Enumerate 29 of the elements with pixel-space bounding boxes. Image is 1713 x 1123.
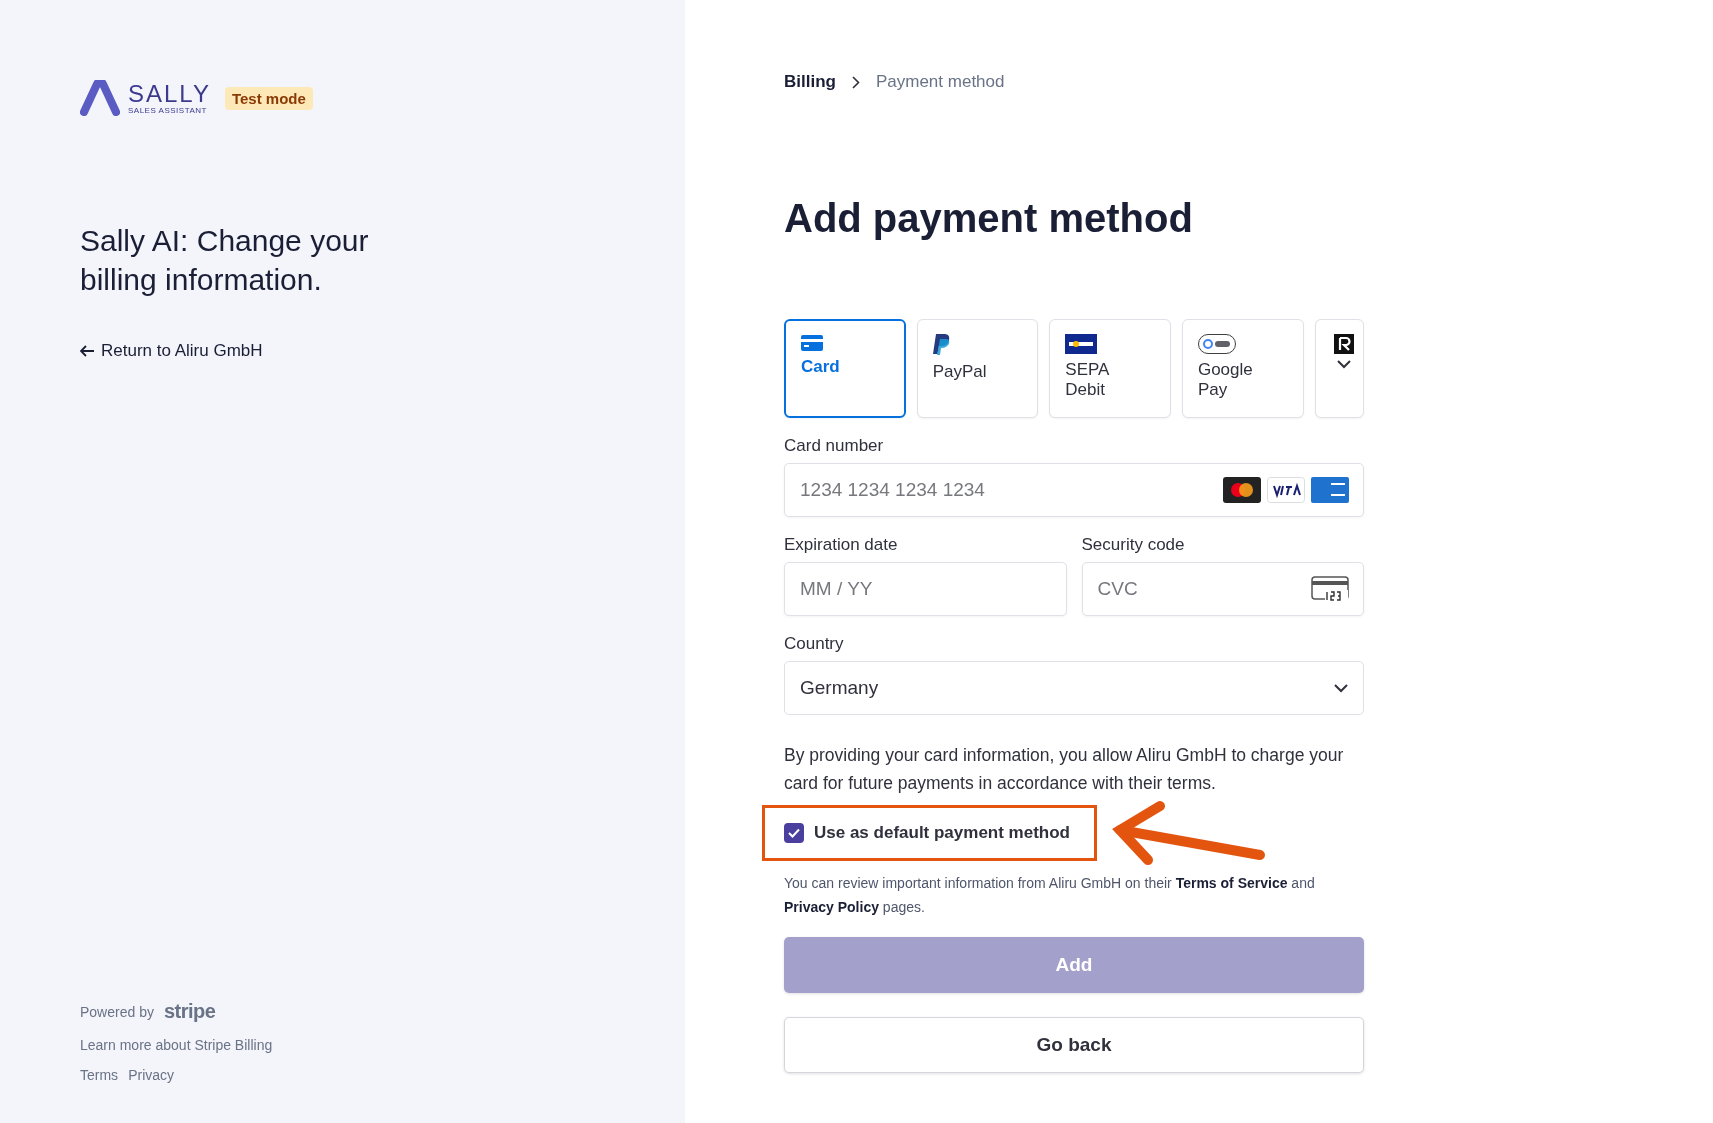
field-label: Card number [784,436,885,456]
brand-name: SALLY [128,81,211,106]
return-link[interactable]: Return to Aliru GmbH [80,341,263,361]
test-mode-badge: Test mode [224,86,313,110]
brand-tagline: SALES ASSISTANT [128,105,208,115]
field-label: Expiration date [784,535,899,555]
checkbox-label: Use as default payment method [814,823,1070,843]
learn-more-link[interactable]: Learn more about Stripe Billing [80,1037,273,1053]
page-heading: Sally AI: Change your billing information. [80,223,370,298]
stripe-wordmark[interactable]: stripe [163,1000,216,1023]
breadcrumb-link[interactable]: Billing [784,72,836,92]
payment-method-tab[interactable]: Google Pay [1181,319,1304,418]
payment-method-tab[interactable]: Card [784,319,906,418]
breadcrumb-link[interactable]: Payment method [875,72,1005,92]
country-select[interactable]: Germany [784,661,1364,715]
consent-text: By providing your card information, you allow Aliru GmbH to charge your card for future payments in accordance with their terms. [784,744,1344,795]
legal-text: You can review important information from Aliru GmbH on their Terms of Service and Privacy Policy pages. [784,874,1316,917]
field-label: Security code [1081,535,1186,555]
footer-link[interactable]: Terms [80,1067,119,1083]
payment-method-tab[interactable]: PayPal [916,319,1039,418]
payment-method-tab[interactable]: SEPA Debit [1049,319,1171,418]
form-title: Add payment method [784,196,1194,241]
field-label: Country [784,634,845,654]
powered-by-text: Powered by [80,1003,154,1020]
footer-link[interactable]: Privacy [128,1067,175,1083]
go-back-button[interactable]: Go back [784,1017,1364,1073]
card-number-field[interactable]: 1234 1234 1234 1234 [784,463,1364,517]
security-code-field[interactable]: CVC [1081,562,1364,616]
expiration-field[interactable]: MM / YY [784,562,1067,616]
